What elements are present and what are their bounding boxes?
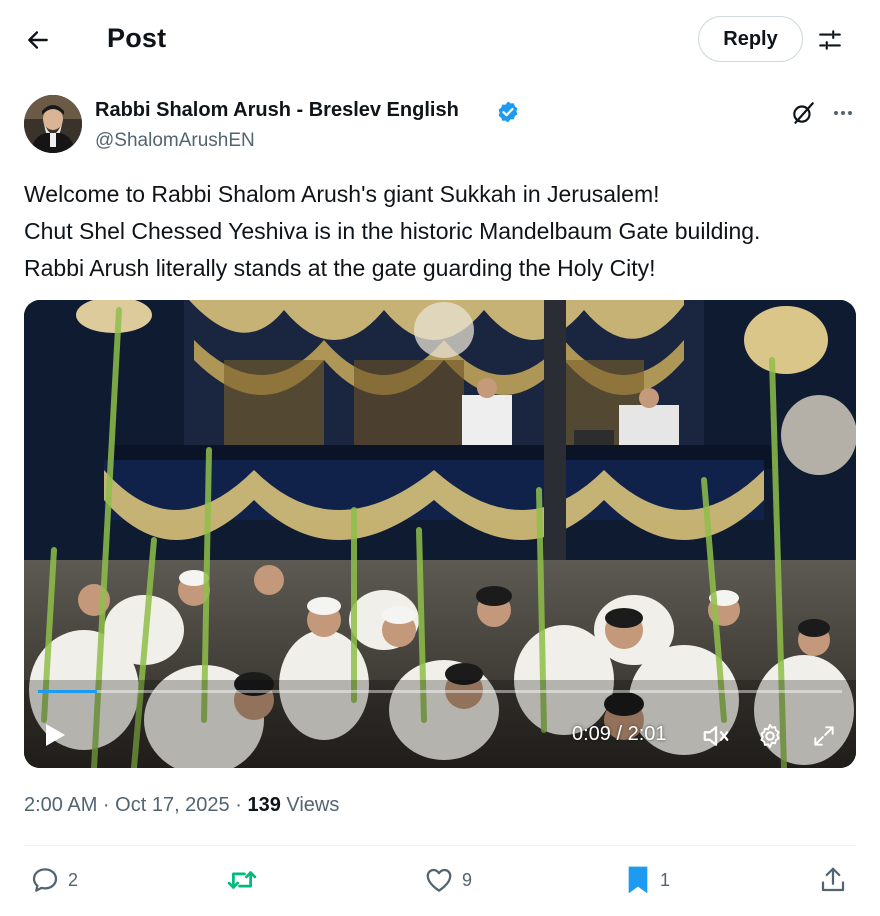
play-button[interactable]: [40, 720, 70, 750]
share-action[interactable]: [818, 864, 848, 896]
views-count: 139: [247, 794, 281, 816]
fullscreen-button[interactable]: [808, 720, 840, 752]
bookmark-action[interactable]: 1: [624, 864, 670, 896]
divider: [24, 845, 856, 846]
reply-count: 2: [68, 869, 79, 890]
avatar-image: [24, 95, 82, 153]
expand-icon: [814, 726, 834, 746]
comment-icon: [32, 868, 58, 892]
repost-action[interactable]: [226, 864, 266, 896]
post-meta: 2:00 AM · Oct 17, 2025 · 139 Views: [24, 794, 339, 817]
gear-icon: [760, 723, 780, 749]
verified-badge-icon: [496, 100, 520, 124]
post-text: Welcome to Rabbi Shalom Arush's giant Su…: [24, 176, 864, 287]
filter-button[interactable]: [812, 22, 848, 58]
author-handle[interactable]: @ShalomArushEN: [95, 130, 255, 152]
more-button[interactable]: [828, 98, 858, 128]
author-name[interactable]: Rabbi Shalom Arush - Breslev English: [95, 99, 459, 122]
page-title: Post: [107, 23, 167, 53]
arrow-left-icon: [28, 31, 48, 49]
more-icon: [834, 111, 852, 115]
avatar[interactable]: [24, 95, 82, 153]
post-line: Chut Shel Chessed Yeshiva is in the hist…: [24, 218, 761, 244]
grok-icon: [793, 102, 814, 124]
video-player[interactable]: 0:09 / 2:01: [24, 300, 856, 768]
like-action[interactable]: 9: [424, 864, 472, 896]
bookmark-icon: [628, 866, 648, 894]
reply-button[interactable]: Reply: [698, 16, 803, 62]
play-icon: [46, 724, 65, 746]
reply-action[interactable]: 2: [30, 864, 78, 896]
bookmark-count: 1: [660, 869, 671, 890]
repost-icon: [227, 871, 257, 889]
post-line: Welcome to Rabbi Shalom Arush's giant Su…: [24, 181, 660, 207]
post-timestamp[interactable]: 2:00 AM · Oct 17, 2025 ·: [24, 794, 247, 816]
mute-button[interactable]: [700, 720, 732, 752]
share-icon: [821, 867, 845, 892]
video-frame: [24, 300, 856, 768]
like-count: 9: [462, 869, 473, 890]
views-label: Views: [280, 794, 340, 816]
page-header: Post Reply: [0, 0, 880, 80]
back-button[interactable]: [20, 22, 56, 58]
grok-button[interactable]: [788, 98, 818, 128]
sliders-icon: [819, 30, 841, 50]
volume-muted-icon: [703, 726, 729, 746]
video-progress-bar[interactable]: [38, 690, 842, 693]
settings-button[interactable]: [754, 720, 786, 752]
video-time: 0:09 / 2:01: [572, 723, 667, 745]
heart-icon: [426, 868, 452, 892]
post-line: Rabbi Arush literally stands at the gate…: [24, 255, 656, 281]
video-progress-fill: [38, 690, 98, 693]
